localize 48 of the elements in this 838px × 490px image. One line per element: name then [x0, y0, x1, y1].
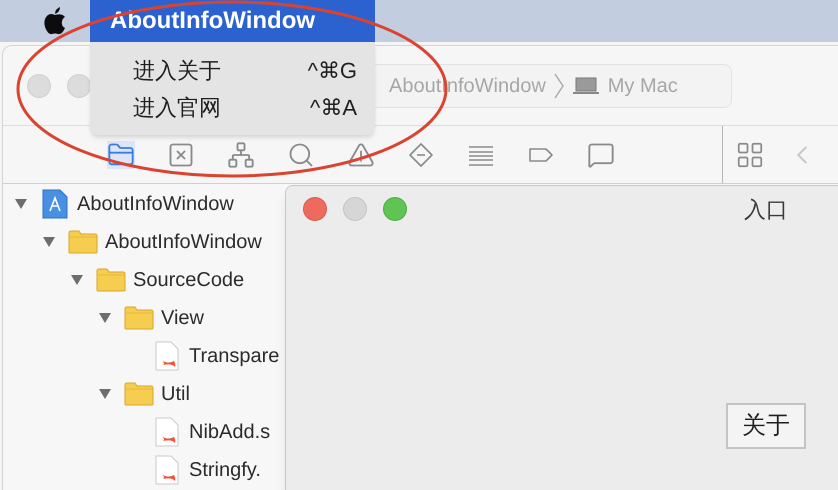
laptop-icon [572, 76, 600, 96]
folder-icon [96, 268, 126, 292]
expanded-triangle-icon[interactable] [14, 197, 28, 211]
navigator-tab[interactable] [407, 140, 435, 168]
file-name[interactable]: Util [161, 379, 190, 409]
apple-icon[interactable] [42, 6, 68, 36]
navigator-tab[interactable] [227, 140, 255, 168]
menu-item-label: 进入关于 [133, 57, 221, 85]
file-icon [155, 341, 179, 371]
menu-item-label: 进入官网 [133, 94, 221, 122]
keyboard-shortcut: ^⌘G [308, 57, 357, 85]
file-name[interactable]: NibAdd.s [189, 417, 270, 447]
speech-bubble-icon [587, 140, 615, 168]
navigator-tab[interactable] [167, 140, 195, 168]
x-square-icon [167, 140, 195, 168]
folder-icon [68, 230, 98, 254]
menu-title[interactable]: AboutInfoWindow [90, 0, 375, 42]
folder-icon [124, 382, 154, 406]
file-name[interactable]: SourceCode [133, 265, 244, 295]
window-title: 入口 [744, 196, 788, 224]
expanded-triangle-icon[interactable] [70, 273, 84, 287]
expanded-triangle-icon[interactable] [42, 235, 56, 249]
navigator-tab[interactable] [287, 140, 315, 168]
file-name[interactable]: Stringfy. [189, 455, 261, 485]
keyboard-shortcut: ^⌘A [310, 94, 357, 122]
folder-icon [124, 306, 154, 330]
navigator-tab[interactable] [347, 140, 375, 168]
folder-icon [107, 140, 135, 168]
expanded-triangle-icon[interactable] [98, 387, 112, 401]
file-name[interactable]: Transpare [189, 341, 280, 371]
expanded-triangle-icon[interactable] [98, 311, 112, 325]
diamond-minus-icon [407, 140, 435, 168]
about-button[interactable]: 关于 [726, 403, 806, 449]
chevron-icon [554, 72, 564, 98]
file-name[interactable]: View [161, 303, 204, 333]
project-file-icon [42, 189, 68, 219]
menu-item[interactable]: 进入关于 ^⌘G [90, 52, 375, 89]
search-icon [287, 140, 315, 168]
hierarchy-icon [227, 140, 255, 168]
close-button[interactable] [303, 197, 327, 221]
menu-item[interactable]: 进入官网 ^⌘A [90, 89, 375, 126]
file-icon [155, 417, 179, 447]
file-icon [155, 455, 179, 485]
warning-icon [347, 140, 375, 168]
zoom-button[interactable] [383, 197, 407, 221]
navigator-tab[interactable] [587, 140, 615, 168]
file-name[interactable]: AboutInfoWindow [77, 189, 234, 219]
file-name[interactable]: AboutInfoWindow [105, 227, 262, 257]
